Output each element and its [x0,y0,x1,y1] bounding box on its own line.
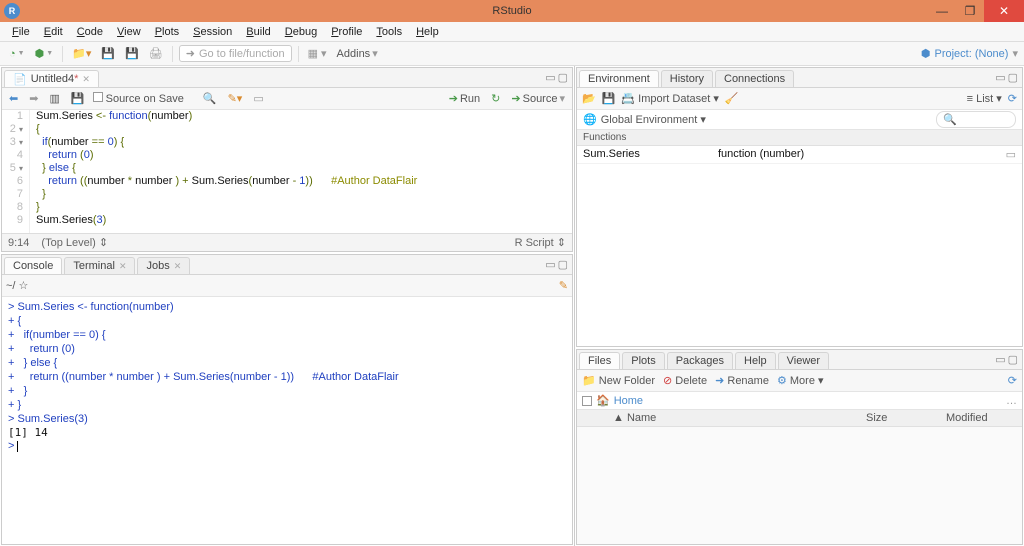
addins-button[interactable]: Addins ▾ [334,45,381,62]
clear-console-icon[interactable]: ✎ [559,279,568,292]
select-all-checkbox[interactable] [582,396,592,406]
tab-packages[interactable]: Packages [667,352,733,369]
tab-environment[interactable]: Environment [579,70,659,87]
file-type[interactable]: R Script ⇕ [515,236,566,249]
source-on-save-checkbox[interactable] [93,92,103,102]
main-toolbar: ◔▼ ⬢▼ 📁▾ 💾 💾 🖨 ➜ Go to file/function ▦ ▾… [0,42,1024,66]
environment-pane: Environment History Connections ▭▢ 📂 💾 📇… [576,67,1023,347]
col-modified[interactable]: Modified [946,412,1016,424]
new-folder-button[interactable]: 📁 New Folder [582,374,655,387]
window-title: RStudio [492,5,531,17]
file-icon: 📄 [13,73,27,86]
tab-console[interactable]: Console [4,257,62,274]
minimize-button[interactable]: — [928,0,956,22]
env-section-functions: Functions [577,130,1022,146]
source-toolbar: ⬅ ➡ ▥ 💾 Source on Save 🔍 ✎▾ ▭ ➔Run ↻ ➔So… [2,88,572,110]
env-row[interactable]: Sum.Series function (number) ▭ [577,146,1022,164]
tab-help[interactable]: Help [735,352,776,369]
more-path-icon[interactable]: … [1006,395,1017,407]
menu-file[interactable]: File [6,24,36,40]
console-path: ~/ ☆ [6,279,28,292]
environment-search[interactable]: 🔍 [936,111,1016,128]
show-in-new-window-icon[interactable]: ▥ [46,90,62,107]
console-pane: Console Terminal ✕ Jobs ✕ ▭ ▢ ~/ ☆ ✎ > S… [1,254,573,545]
maximize-pane-icon[interactable]: ▢ [558,71,568,84]
save-all-button[interactable]: 💾 [122,45,142,62]
globe-icon: 🌐 [583,113,597,126]
code-editor[interactable]: 12 ▾3 ▾45 ▾6789 Sum.Series <- function(n… [2,110,572,233]
close-tab-icon[interactable]: ✕ [82,74,90,85]
col-size[interactable]: Size [866,412,926,424]
menubar: File Edit Code View Plots Session Build … [0,22,1024,42]
save-button[interactable]: 💾 [98,45,118,62]
menu-build[interactable]: Build [240,24,276,40]
import-dataset-button[interactable]: 📇 Import Dataset ▾ [621,92,718,105]
menu-view[interactable]: View [111,24,147,40]
tab-terminal[interactable]: Terminal ✕ [64,257,135,274]
forward-icon[interactable]: ➡ [26,90,41,107]
files-pane: Files Plots Packages Help Viewer ▭▢ 📁 Ne… [576,349,1023,545]
refresh-files-icon[interactable]: ⟳ [1008,374,1017,387]
rerun-button[interactable]: ↻ [488,90,503,107]
back-icon[interactable]: ⬅ [6,90,21,107]
menu-help[interactable]: Help [410,24,445,40]
menu-debug[interactable]: Debug [279,24,323,40]
tab-files[interactable]: Files [579,352,620,369]
view-function-icon[interactable]: ▭ [1006,148,1016,161]
find-icon[interactable]: 🔍 [200,90,220,107]
menu-profile[interactable]: Profile [325,24,368,40]
project-icon: ⬢ [921,47,931,60]
minimize-pane-icon[interactable]: ▭ [545,71,555,84]
project-menu[interactable]: ⬢ Project: (None) ▾ [921,47,1018,60]
file-list[interactable] [577,427,1022,544]
console-body[interactable]: > Sum.Series <- function(number) + { + i… [2,297,572,544]
goto-placeholder: Go to file/function [199,48,285,60]
source-pane: 📄 Untitled4* ✕ ▭ ▢ ⬅ ➡ ▥ 💾 Source on Sav… [1,67,573,252]
menu-tools[interactable]: Tools [370,24,408,40]
scope-selector[interactable]: (Top Level) ⇕ [41,236,108,249]
source-button[interactable]: ➔Source ▾ [508,90,568,107]
home-icon: 🏠 [596,394,610,407]
goto-file-input[interactable]: ➜ Go to file/function [179,45,292,62]
cursor-position: 9:14 [8,237,29,249]
open-file-button[interactable]: 📁▾ [69,45,94,62]
wand-icon[interactable]: ✎▾ [225,90,246,107]
delete-button[interactable]: ⊘ Delete [663,374,707,387]
save-source-button[interactable]: 💾 [68,90,88,107]
menu-edit[interactable]: Edit [38,24,69,40]
rstudio-logo-icon: R [4,3,20,19]
minimize-pane-icon[interactable]: ▭ [545,258,555,271]
tab-history[interactable]: History [661,70,713,87]
tab-connections[interactable]: Connections [715,70,794,87]
load-workspace-icon[interactable]: 📂 [582,92,596,105]
titlebar: R RStudio — ❐ ✕ [0,0,1024,22]
close-button[interactable]: ✕ [984,0,1024,22]
maximize-pane-icon[interactable]: ▢ [558,258,568,271]
tab-viewer[interactable]: Viewer [778,352,829,369]
menu-session[interactable]: Session [187,24,238,40]
new-project-button[interactable]: ⬢▼ [32,45,57,62]
more-button[interactable]: ⚙ More ▾ [777,374,824,387]
col-name[interactable]: ▲ Name [613,412,846,424]
menu-plots[interactable]: Plots [149,24,185,40]
grid-button[interactable]: ▦ ▾ [305,45,330,62]
tab-jobs[interactable]: Jobs ✕ [137,257,190,274]
list-view-button[interactable]: ≡ List ▾ [967,92,1002,105]
menu-code[interactable]: Code [71,24,109,40]
print-button[interactable]: 🖨 [146,45,166,62]
goto-arrow-icon: ➜ [186,47,195,60]
refresh-icon[interactable]: ⟳ [1008,92,1017,105]
tab-plots[interactable]: Plots [622,352,664,369]
compile-icon[interactable]: ▭ [250,90,266,107]
search-icon: 🔍 [943,113,957,126]
source-tab[interactable]: 📄 Untitled4* ✕ [4,70,99,87]
new-file-button[interactable]: ◔▼ [6,46,28,62]
clear-workspace-icon[interactable]: 🧹 [725,92,739,105]
save-workspace-icon[interactable]: 💾 [602,92,616,105]
rename-button[interactable]: ➜ Rename [715,374,769,387]
maximize-button[interactable]: ❐ [956,0,984,22]
scope-selector[interactable]: Global Environment ▾ [601,113,706,126]
path-home[interactable]: Home [614,395,643,407]
run-button[interactable]: ➔Run [446,90,483,107]
